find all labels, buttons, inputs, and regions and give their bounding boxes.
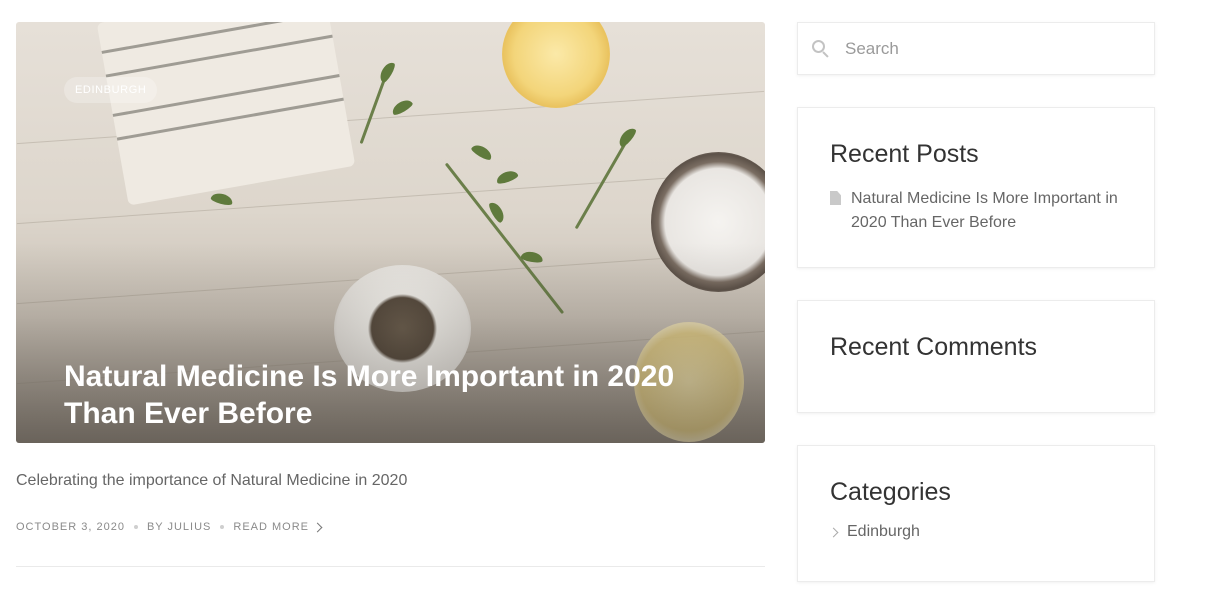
meta-separator xyxy=(133,525,138,529)
chevron-right-icon xyxy=(312,522,323,532)
widget-title: Categories xyxy=(830,478,951,506)
widget-title: Recent Posts xyxy=(830,140,979,168)
category-link-edinburgh[interactable]: Edinburgh xyxy=(847,523,920,541)
recent-post-link[interactable]: Natural Medicine Is More Important in 20… xyxy=(851,187,1122,235)
lemon-slice xyxy=(502,22,610,108)
categories-widget: Categories Edinburgh xyxy=(797,445,1155,582)
category-badge[interactable]: EDINBURGH xyxy=(64,77,158,103)
herb-stem xyxy=(359,77,387,145)
recent-posts-widget: Recent Posts Natural Medicine Is More Im… xyxy=(797,107,1155,268)
search-input[interactable] xyxy=(845,38,1125,59)
featured-image[interactable]: EDINBURGH Natural Medicine Is More Impor… xyxy=(16,22,765,443)
herb-leaf xyxy=(377,59,397,85)
chevron-right-icon xyxy=(828,527,839,537)
herb-leaf xyxy=(389,97,415,117)
herb-leaf xyxy=(469,142,495,162)
read-more-link[interactable]: READ MORE xyxy=(233,521,323,533)
herb-leaf xyxy=(210,191,234,207)
meta-separator xyxy=(220,525,225,529)
linen-towel xyxy=(96,22,356,206)
search-icon[interactable] xyxy=(812,39,830,58)
list-item: Natural Medicine Is More Important in 20… xyxy=(830,187,1122,235)
list-item: Edinburgh xyxy=(828,523,1122,541)
post-author[interactable]: BY JULIUS xyxy=(147,521,211,533)
post-meta: OCTOBER 3, 2020 BY JULIUS READ MORE xyxy=(16,521,323,533)
read-more-label: READ MORE xyxy=(233,521,310,533)
post-title[interactable]: Natural Medicine Is More Important in 20… xyxy=(64,358,744,432)
post-excerpt: Celebrating the importance of Natural Me… xyxy=(16,472,408,489)
recent-comments-widget: Recent Comments xyxy=(797,300,1155,413)
search-widget xyxy=(797,22,1155,75)
post-date: OCTOBER 3, 2020 xyxy=(16,521,125,533)
post-divider xyxy=(16,566,765,567)
document-icon xyxy=(830,191,841,205)
herb-leaf xyxy=(494,168,520,186)
herb-leaf xyxy=(616,125,638,149)
widget-title: Recent Comments xyxy=(830,333,1038,361)
